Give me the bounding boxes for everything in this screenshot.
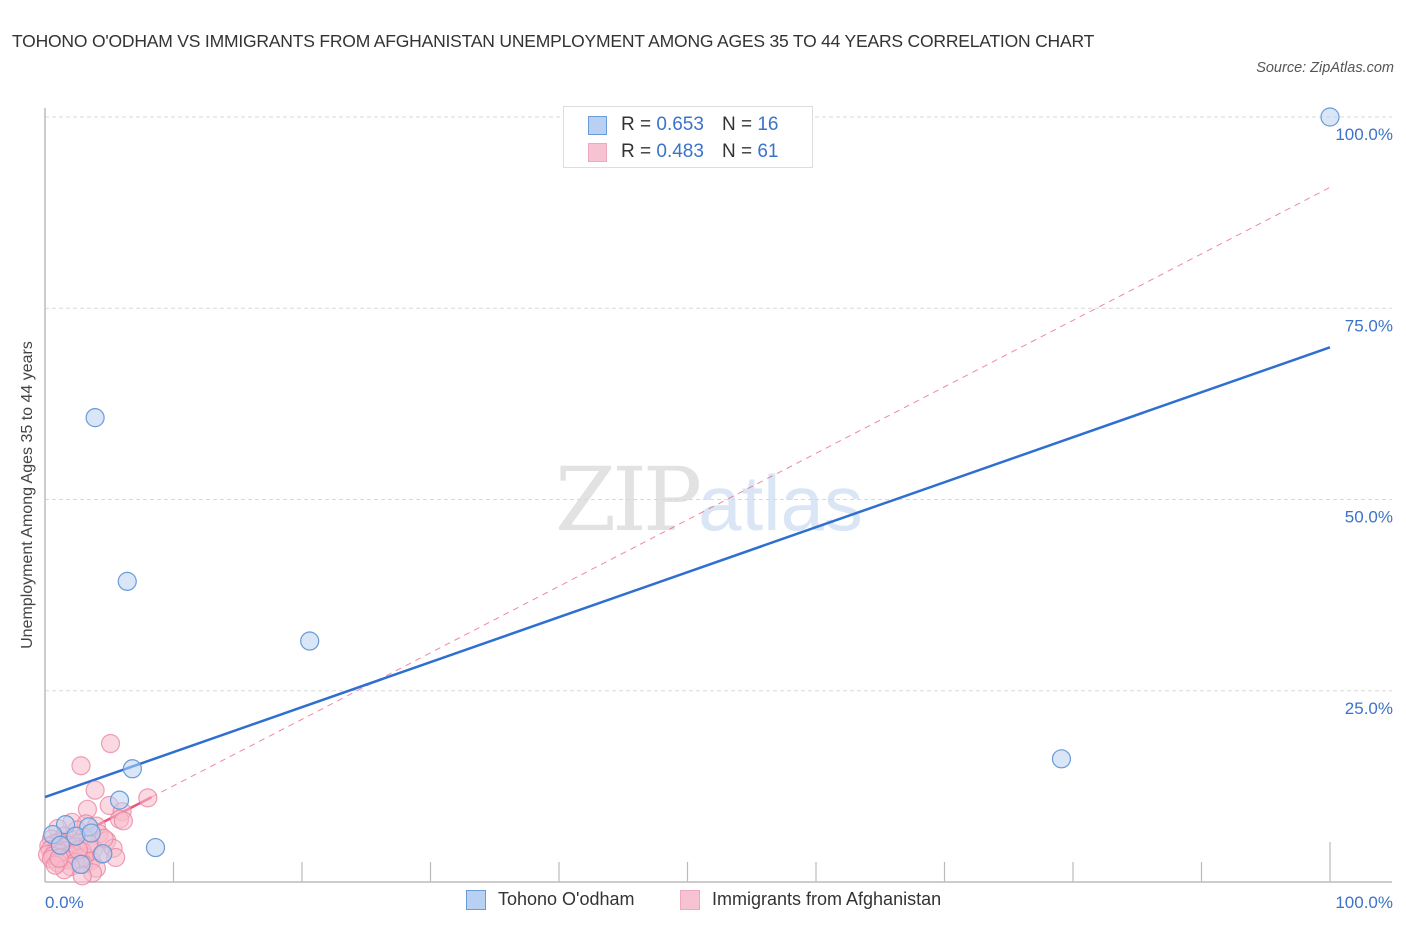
legend-label: Tohono O'odham [498,889,635,909]
n-value: 61 [757,141,779,162]
data-point-tohono [1320,107,1340,127]
data-point-afghanistan [100,733,121,754]
legend-swatch-blue [588,115,607,135]
y-tick-label: 25.0% [1345,699,1393,718]
data-points [37,107,1340,886]
data-point-tohono [50,835,71,855]
legend-item-afghanistan[interactable]: Immigrants from Afghanistan [680,889,941,910]
trend-line-tohono [44,346,1331,799]
data-point-afghanistan [113,811,133,831]
axes [44,108,1392,883]
y-tick-label: 100.0% [1335,125,1393,144]
data-point-afghanistan [138,788,158,808]
r-value: 0.483 [656,141,704,162]
y-tick-label: 50.0% [1345,508,1393,527]
data-point-tohono [109,790,130,810]
legend-row-tohono: R = 0.653 N = 16 [588,113,778,137]
r-label: R = [621,114,652,135]
n-value: 16 [757,114,779,135]
gridlines [45,116,1392,692]
data-point-tohono [71,854,91,875]
r-value: 0.653 [656,114,704,135]
data-point-tohono [81,823,101,843]
n-label: N = [721,114,753,135]
legend-swatch-blue [466,889,486,910]
r-label: R = [621,141,652,162]
data-point-tohono [93,844,113,864]
trend-line-afghanistan-extended [151,186,1331,798]
correlation-legend: R = 0.653 N = 16 R = 0.483 N = 61 [563,106,813,168]
data-point-tohono [117,571,137,591]
legend-swatch-pink [588,142,607,162]
data-point-tohono [300,631,320,651]
legend-item-tohono[interactable]: Tohono O'odham [466,889,635,910]
n-label: N = [721,141,753,162]
data-point-tohono [122,759,142,779]
data-point-afghanistan [85,780,105,800]
y-tick-label: 75.0% [1345,316,1393,335]
data-point-tohono [145,837,166,858]
legend-row-afghanistan: R = 0.483 N = 61 [588,140,778,164]
data-point-tohono [85,408,105,428]
data-point-afghanistan [71,756,91,776]
data-point-tohono [1051,749,1072,769]
legend-swatch-pink [680,889,700,910]
legend-label: Immigrants from Afghanistan [712,889,942,909]
tick-labels: 100.0%75.0%50.0%25.0%0.0% 100.0% [45,125,1393,912]
series-legend: Tohono O'odham Immigrants from Afghanist… [0,889,1406,915]
trend-lines [44,186,1331,854]
